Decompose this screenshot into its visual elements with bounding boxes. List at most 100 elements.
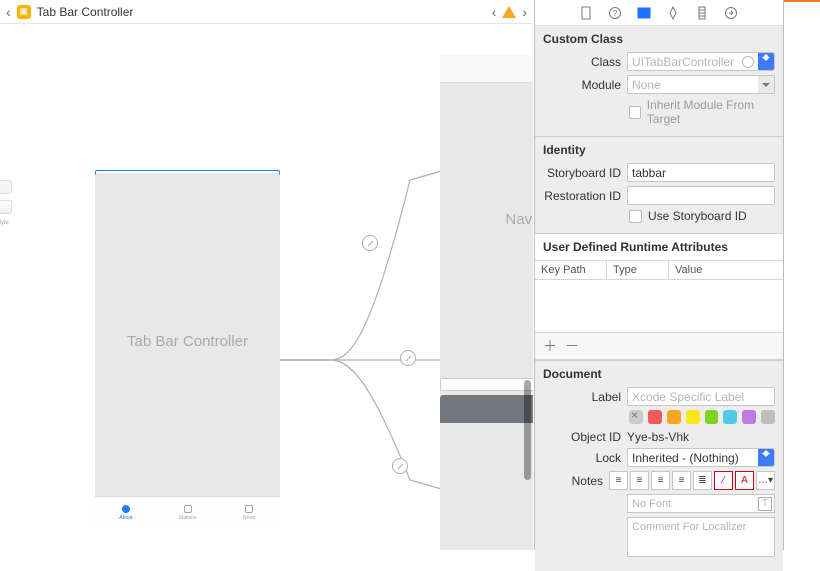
tab-icon	[184, 505, 192, 513]
module-value: None	[632, 78, 661, 92]
tab-label: About	[119, 515, 132, 521]
size-inspector-tab-icon[interactable]	[695, 6, 710, 20]
scrollbar-thumb[interactable]	[524, 380, 531, 480]
font-selector[interactable]: No Font T	[627, 494, 775, 513]
dropdown-caret-icon[interactable]	[758, 449, 774, 466]
inherit-module-checkbox[interactable]	[629, 106, 641, 119]
align-left-button[interactable]: ≡	[609, 471, 628, 490]
tab-icon	[245, 505, 253, 513]
udra-section: User Defined Runtime Attributes Key Path…	[535, 234, 783, 361]
nav-bar-dark[interactable]	[440, 395, 533, 423]
udra-col-type[interactable]: Type	[607, 261, 669, 279]
breadcrumb-title[interactable]: Tab Bar Controller	[37, 5, 134, 19]
section-heading: Identity	[543, 143, 775, 157]
localizer-comment-textarea[interactable]: Comment For Localizer	[627, 517, 775, 557]
scene-title: Tab Bar Controller	[95, 333, 280, 350]
history-back-arrow-icon[interactable]: ‹	[492, 4, 497, 20]
object-id-label: Object ID	[543, 430, 621, 444]
dropdown-caret-icon[interactable]	[758, 76, 774, 93]
more-tools-button[interactable]: …▾	[756, 471, 775, 490]
canvas-breadcrumb-bar: ‹ ▣ Tab Bar Controller ‹ ›	[0, 0, 533, 24]
list-button[interactable]: ≣	[693, 471, 712, 490]
lock-label: Lock	[543, 451, 621, 465]
color-swatch-green[interactable]	[705, 410, 719, 424]
color-swatch-none[interactable]: ×	[629, 410, 643, 424]
notes-label: Notes	[543, 474, 603, 488]
tab-item-about[interactable]: About	[95, 497, 157, 528]
udra-add-button[interactable]: ＋	[543, 336, 557, 356]
class-clear-icon[interactable]	[742, 56, 754, 68]
color-swatch-gray[interactable]	[761, 410, 775, 424]
segue-badge-icon[interactable]	[362, 235, 378, 251]
module-combobox[interactable]: None	[627, 75, 775, 94]
tabbar-controller-scene[interactable]: Tab Bar Controller About Stations News	[95, 173, 280, 528]
storyboard-id-value: tabbar	[632, 166, 666, 180]
color-swatch-purple[interactable]	[742, 410, 756, 424]
udra-col-keypath[interactable]: Key Path	[535, 261, 607, 279]
use-storyboard-id-checkbox[interactable]	[629, 210, 642, 223]
identity-inspector-tab-icon[interactable]	[637, 6, 652, 20]
svg-text:?: ?	[613, 9, 618, 18]
history-back-icon[interactable]: ‹	[6, 4, 11, 20]
udra-col-value[interactable]: Value	[669, 261, 783, 279]
canvas-offscreen-scene: Style	[0, 180, 12, 260]
restoration-id-input[interactable]	[627, 186, 775, 205]
warning-icon[interactable]	[502, 6, 516, 18]
tab-item-news[interactable]: News	[218, 497, 280, 528]
attributes-inspector-tab-icon[interactable]	[666, 6, 681, 20]
class-label: Class	[543, 55, 621, 69]
class-combobox[interactable]: UITabBarController	[627, 52, 775, 71]
identity-section: Identity Storyboard ID tabbar Restoratio…	[535, 137, 783, 234]
align-right-button[interactable]: ≡	[651, 471, 670, 490]
document-section: Document Label Xcode Specific Label × Ob…	[535, 361, 783, 571]
align-justify-button[interactable]: ≡	[672, 471, 691, 490]
doc-label-placeholder: Xcode Specific Label	[632, 390, 744, 404]
nav-bar[interactable]	[440, 55, 533, 83]
color-swatch-red[interactable]	[648, 410, 662, 424]
connections-inspector-tab-icon[interactable]	[724, 6, 739, 20]
localizer-placeholder: Comment For Localizer	[632, 521, 746, 533]
inherit-module-label: Inherit Module From Target	[647, 98, 775, 126]
inspector-tabs: ?	[535, 0, 783, 26]
tab-item-stations[interactable]: Stations	[157, 497, 219, 528]
segue-lines	[280, 120, 460, 520]
color-swatch-orange[interactable]	[667, 410, 681, 424]
font-picker-icon[interactable]: T	[758, 497, 772, 511]
section-heading: Document	[543, 367, 775, 381]
history-forward-arrow-icon[interactable]: ›	[522, 4, 527, 20]
udra-remove-button[interactable]: －	[565, 336, 579, 356]
color-swatch-blue[interactable]	[723, 410, 737, 424]
restoration-id-label: Restoration ID	[543, 189, 621, 203]
doc-label-label: Label	[543, 390, 621, 404]
udra-table[interactable]: Key Path Type Value	[535, 260, 783, 332]
segue-badge-icon[interactable]	[392, 458, 408, 474]
custom-class-section: Custom Class Class UITabBarController Mo…	[535, 26, 783, 137]
tab-icon	[122, 505, 130, 513]
label-color-swatches: ×	[629, 410, 775, 424]
help-inspector-tab-icon[interactable]: ?	[608, 6, 623, 20]
file-inspector-tab-icon[interactable]	[579, 6, 594, 20]
strike-button[interactable]: ∕	[714, 471, 733, 490]
section-heading: User Defined Runtime Attributes	[543, 240, 775, 254]
orange-accent-strip	[784, 0, 820, 3]
identity-inspector-panel: ? Custom Class Class UITabBarController …	[534, 0, 784, 550]
style-a-button[interactable]: A	[735, 471, 754, 490]
bottom-scene[interactable]	[440, 395, 533, 550]
dropdown-caret-icon[interactable]	[758, 53, 774, 70]
font-placeholder: No Font	[632, 498, 671, 510]
tab-bar[interactable]: About Stations News	[95, 496, 280, 528]
scene-title: Navigati	[440, 211, 533, 228]
align-center-button[interactable]: ≡	[630, 471, 649, 490]
navigation-controller-scene[interactable]: Navigati	[440, 55, 533, 395]
scene-title-strip[interactable]	[440, 378, 533, 391]
storyboard-id-input[interactable]: tabbar	[627, 163, 775, 182]
object-id-value: Yye-bs-Vhk	[627, 430, 775, 444]
lock-combobox[interactable]: Inherited - (Nothing)	[627, 448, 775, 467]
segue-badge-icon[interactable]	[400, 350, 416, 366]
ib-canvas[interactable]: ‹ ▣ Tab Bar Controller ‹ › Style Tab Bar…	[0, 0, 533, 550]
storyboard-file-icon: ▣	[17, 5, 31, 19]
doc-label-input[interactable]: Xcode Specific Label	[627, 387, 775, 406]
storyboard-id-label: Storyboard ID	[543, 166, 621, 180]
tab-label: Stations	[178, 515, 196, 521]
color-swatch-yellow[interactable]	[686, 410, 700, 424]
